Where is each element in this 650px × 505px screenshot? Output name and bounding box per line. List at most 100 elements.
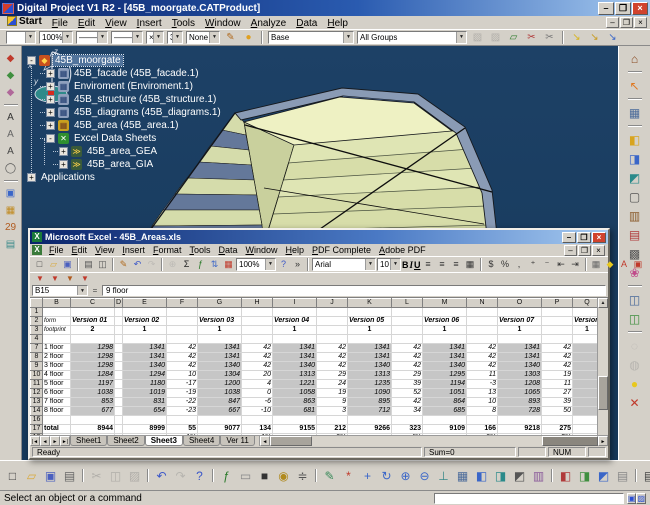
cell-M8[interactable]: 1341 [423, 353, 467, 362]
cell-M11[interactable]: 1194 [423, 380, 467, 389]
app-minimize-button[interactable]: – [598, 2, 614, 15]
app-titlebar[interactable]: Digital Project V1 R2 - [45B_moorgate.CA… [0, 0, 650, 16]
cell-P4[interactable] [542, 335, 573, 344]
hscroll-left-icon[interactable]: ◄ [260, 436, 270, 446]
column-header-H[interactable]: H [242, 299, 273, 308]
column-header-C[interactable]: C [71, 299, 115, 308]
cell-E1[interactable] [123, 308, 167, 317]
cell-F14[interactable]: -23 [167, 407, 198, 416]
app-menu-view[interactable]: View [100, 18, 132, 29]
tree-node-label[interactable]: 45B_area (45B_area.1) [72, 120, 181, 131]
hide-bulb-icon[interactable]: ✕ [625, 394, 644, 411]
cell-H4[interactable] [242, 335, 273, 344]
cell-K11[interactable]: 1235 [348, 380, 392, 389]
cell-K4[interactable] [348, 335, 392, 344]
align-right-icon[interactable]: ≡ [450, 258, 463, 271]
cell-G16[interactable] [198, 416, 242, 425]
cell-H10[interactable]: 20 [242, 371, 273, 380]
cell-N17[interactable]: 166 [467, 425, 498, 434]
row-header-16[interactable]: 16 [31, 416, 43, 425]
merge-center-icon[interactable]: ▦ [464, 258, 477, 271]
cell-J17[interactable]: 212 [317, 425, 348, 434]
cell-B11[interactable]: 5 floor [43, 380, 71, 389]
expand-command-icon[interactable]: ▣ [627, 493, 637, 504]
mdi-minimize-button[interactable]: – [606, 17, 619, 28]
column-header-M[interactable]: M [423, 299, 467, 308]
vertical-scroll-thumb[interactable] [598, 376, 608, 410]
mdi-close-button[interactable]: × [634, 17, 647, 28]
axis-x-icon[interactable]: ↘ [569, 30, 584, 45]
app-menu-window[interactable]: Window [200, 18, 246, 29]
cell-L9[interactable]: 42 [392, 362, 423, 371]
cell-D13[interactable] [115, 398, 123, 407]
copy-link-icon[interactable]: ◫ [625, 291, 644, 308]
cell-N10[interactable]: 11 [467, 371, 498, 380]
cell-M16[interactable] [423, 416, 467, 425]
more-buttons-icon[interactable]: » [291, 258, 304, 271]
cell-E8[interactable]: 1341 [123, 353, 167, 362]
cell-J10[interactable]: 29 [317, 371, 348, 380]
pan-icon[interactable]: + [359, 467, 376, 485]
tree-expander-icon[interactable]: - [27, 56, 36, 65]
cell-K12[interactable]: 1090 [348, 389, 392, 398]
bold-button[interactable]: B [402, 260, 409, 270]
color-picker-icon[interactable]: ● [241, 30, 256, 45]
cell-O3[interactable]: 1 [498, 326, 542, 335]
line-color-combo-arrow-icon[interactable]: ▼ [25, 32, 35, 43]
column-header-D[interactable]: D [115, 299, 123, 308]
sliders-icon[interactable]: ≑ [294, 467, 311, 485]
cell-F3[interactable] [167, 326, 198, 335]
cell-L17[interactable]: 323 [392, 425, 423, 434]
thickness-combo-arrow-icon[interactable]: ▼ [172, 32, 182, 43]
cell-G9[interactable]: 1340 [198, 362, 242, 371]
cell-L14[interactable]: 34 [392, 407, 423, 416]
font-size-combo-arrow-icon[interactable]: ▼ [390, 259, 400, 270]
cell-L12[interactable]: 52 [392, 389, 423, 398]
cell-K2[interactable]: Version 05 [348, 317, 392, 326]
cell-D1[interactable] [115, 308, 123, 317]
tree-node-label[interactable]: Applications [39, 172, 97, 183]
sheet-tab-sheet4[interactable]: Sheet4 [183, 436, 220, 446]
catalog-yellow-icon[interactable]: ◧ [625, 131, 644, 148]
app-menu-start[interactable]: Start [2, 16, 47, 27]
comma-icon[interactable]: , [513, 258, 526, 271]
cell-M17[interactable]: 9109 [423, 425, 467, 434]
excel-menu-window[interactable]: Window [241, 245, 281, 255]
disabled-tool2-icon[interactable]: ◍ [625, 356, 644, 373]
cell-J2[interactable] [317, 317, 348, 326]
fx-icon[interactable]: ƒ [218, 467, 235, 485]
cell-I9[interactable]: 1340 [273, 362, 317, 371]
axis-z-icon[interactable]: ↘ [605, 30, 620, 45]
cell-C3[interactable]: 2 [71, 326, 115, 335]
render-style-combo-arrow-icon[interactable]: ▼ [209, 32, 219, 43]
cell-P14[interactable]: 50 [542, 407, 573, 416]
tree-item-45b-moorgate[interactable]: -◆45B_moorgate [27, 54, 223, 67]
cell-M14[interactable]: 685 [423, 407, 467, 416]
column-header-O[interactable]: O [498, 299, 542, 308]
cell-L13[interactable]: 42 [392, 398, 423, 407]
cell-E2[interactable]: Version 02 [123, 317, 167, 326]
new-workbook-icon[interactable]: □ [33, 258, 46, 271]
cell-C9[interactable]: 1298 [71, 362, 115, 371]
sheets-icon[interactable]: ▤ [614, 467, 631, 485]
pdf-tool1-icon[interactable]: ▼ [33, 273, 47, 284]
cell-O17[interactable]: 9218 [498, 425, 542, 434]
cell-N12[interactable]: 13 [467, 389, 498, 398]
cell-C4[interactable] [71, 335, 115, 344]
row-header-4[interactable]: 4 [31, 335, 43, 344]
cell-H1[interactable] [242, 308, 273, 317]
cell-D8[interactable] [115, 353, 123, 362]
tree-expander-icon[interactable]: + [59, 147, 68, 156]
app-menu-data[interactable]: Data [291, 18, 322, 29]
zoom-in-icon[interactable]: ⊕ [397, 467, 414, 485]
groups-combo[interactable]: All Groups▼ [357, 31, 467, 44]
cell-J16[interactable] [317, 416, 348, 425]
compass-tool-icon[interactable]: * [340, 467, 357, 485]
cell-J11[interactable]: 24 [317, 380, 348, 389]
cell-K8[interactable]: 1341 [348, 353, 392, 362]
cell-E14[interactable]: 654 [123, 407, 167, 416]
italic-button[interactable]: I [410, 260, 414, 270]
clipboard-icon[interactable]: ▥ [625, 207, 644, 224]
cell-I8[interactable]: 1341 [273, 353, 317, 362]
excel-zoom-combo[interactable]: 100%▼ [236, 258, 276, 271]
